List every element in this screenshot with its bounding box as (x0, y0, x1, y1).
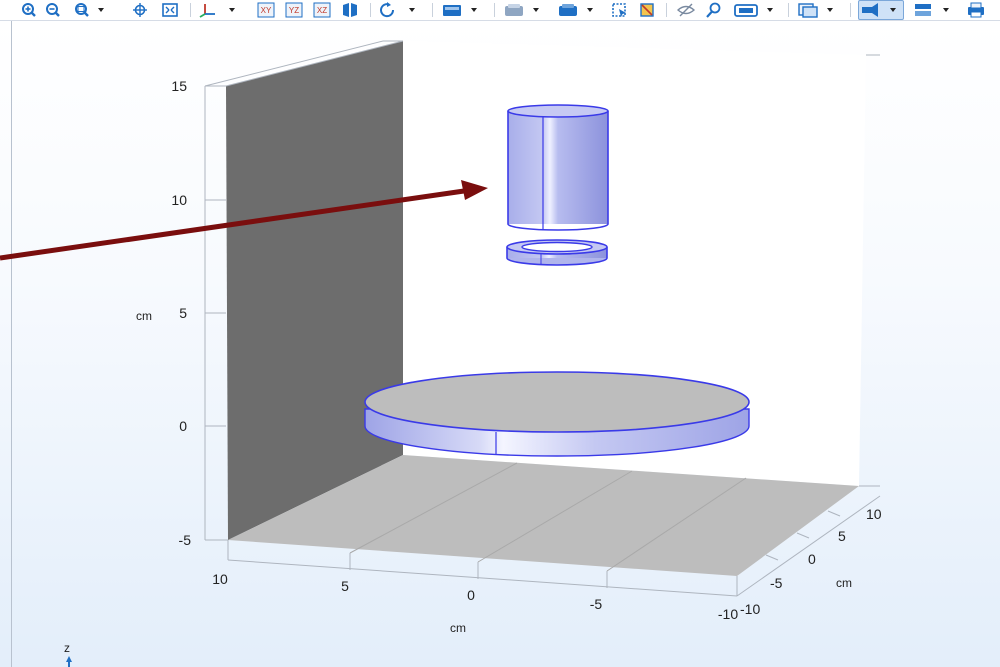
y-axis-unit: cm (836, 576, 852, 590)
x-tick-label: -10 (718, 606, 738, 622)
z-tick-label: 10 (171, 192, 187, 208)
x-tick-label: 0 (467, 587, 475, 603)
triad-z-label: z (64, 641, 70, 655)
z-tick-label: 15 (171, 78, 187, 94)
x-tick-label: 10 (212, 571, 228, 587)
x-axis-unit: cm (450, 621, 466, 635)
y-tick-label: 10 (866, 506, 882, 522)
y-tick-label: 5 (838, 528, 846, 544)
x-tick-label: 5 (341, 578, 349, 594)
base-disk[interactable] (364, 371, 750, 457)
z-axis-unit: cm (136, 309, 152, 323)
ring[interactable] (506, 239, 608, 266)
axis-triad: z (64, 641, 72, 667)
y-tick-label: -10 (740, 601, 760, 617)
z-tick-label: -5 (179, 532, 192, 548)
z-tick-label: 5 (179, 305, 187, 321)
geometry-scene[interactable]: 15 10 5 0 -5 cm 10 5 0 -5 -10 cm 10 5 0 … (0, 0, 1000, 667)
x-axis-labels: 10 5 0 -5 -10 cm (212, 571, 738, 635)
upper-cylinder[interactable] (507, 104, 609, 231)
y-tick-label: -5 (770, 575, 783, 591)
y-tick-label: 0 (808, 551, 816, 567)
back-wall-left (226, 41, 403, 540)
z-tick-label: 0 (179, 418, 187, 434)
x-tick-label: -5 (590, 596, 603, 612)
z-axis-labels: 15 10 5 0 -5 cm (136, 78, 191, 548)
